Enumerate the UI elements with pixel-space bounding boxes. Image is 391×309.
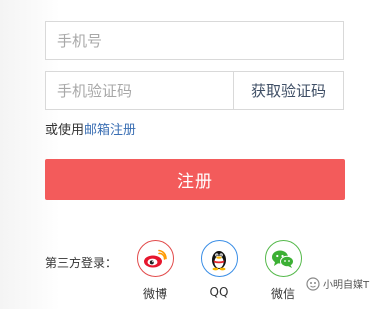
watermark-text: 小明自媒T [323, 280, 370, 291]
wechat-login[interactable]: 微信 [263, 240, 303, 302]
verification-code-input[interactable] [46, 72, 234, 109]
verification-code-field[interactable]: 获取验证码 [45, 71, 344, 110]
weibo-login-button[interactable] [136, 240, 174, 277]
alt-register-prefix: 或使用 [45, 123, 85, 138]
weibo-label: 微博 [142, 287, 167, 301]
third-party-login-label: 第三方登录： [45, 256, 118, 270]
phone-field[interactable] [45, 21, 344, 60]
weibo-icon [144, 249, 167, 267]
get-code-button[interactable]: 获取验证码 [233, 72, 343, 109]
qq-login-button[interactable] [200, 240, 238, 277]
wechat-label: 微信 [270, 287, 295, 301]
qq-penguin-icon [212, 250, 226, 270]
wechat-icon [272, 250, 294, 268]
watermark: 小明自媒T [306, 276, 369, 291]
wechat-login-button[interactable] [264, 240, 302, 277]
register-button[interactable]: 注册 [45, 159, 345, 200]
qq-login[interactable]: QQ [199, 240, 239, 299]
watermark-logo-icon [306, 276, 320, 291]
alt-register-line: 或使用邮箱注册 [45, 119, 136, 138]
qq-label: QQ [209, 285, 229, 299]
phone-input[interactable] [46, 22, 343, 59]
weibo-login[interactable]: 微博 [135, 240, 175, 302]
email-register-link[interactable]: 邮箱注册 [84, 123, 136, 138]
